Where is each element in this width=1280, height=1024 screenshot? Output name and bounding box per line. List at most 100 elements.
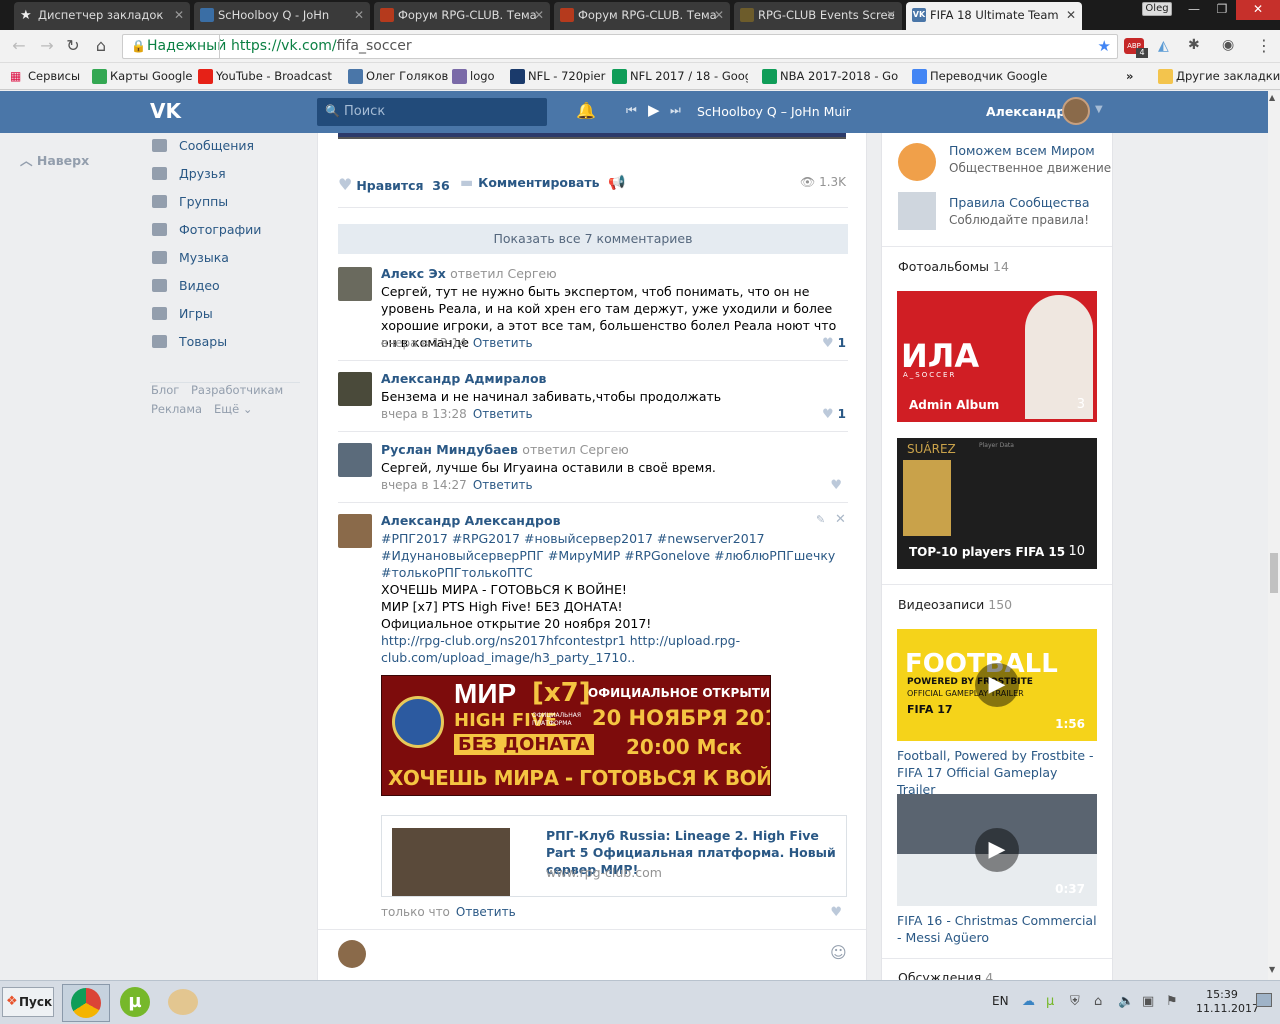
footer-link-blog[interactable]: Блог — [151, 383, 179, 397]
scroll-up-icon[interactable]: ▲ — [1269, 93, 1275, 102]
bookmark-item[interactable]: YouTube - Broadcast Y — [196, 63, 334, 90]
volume-icon[interactable]: 🔈 — [1118, 994, 1134, 1009]
sidebar-item-friends[interactable]: Друзья — [150, 162, 226, 186]
comment-author[interactable]: Алекс Эх ответил Сергею — [381, 266, 557, 281]
utorrent-taskbar-button[interactable]: µ — [114, 984, 158, 1022]
sidebar-item-music[interactable]: Музыка — [150, 246, 229, 270]
bookmark-item[interactable]: Карты Google — [90, 63, 193, 90]
edit-icon[interactable]: ✎ — [816, 513, 825, 526]
other-bookmarks[interactable]: Другие закладки — [1156, 63, 1280, 90]
browser-tab[interactable]: RPG-CLUB Events Scree ✕ — [734, 2, 902, 30]
minimize-icon[interactable]: — — [1180, 0, 1208, 20]
bookmark-item[interactable]: NFL - 720pier — [508, 63, 605, 90]
album-thumb[interactable]: ИЛА A_SOCCER Admin Album 3 — [897, 291, 1097, 422]
videos-header[interactable]: Видеозаписи 150 — [898, 597, 1012, 612]
address-bar[interactable]: 🔒 Надежный https://vk.com/fifa_soccer ★ — [122, 34, 1118, 59]
avatar[interactable] — [338, 267, 372, 301]
bookmark-star-icon[interactable]: ★ — [1098, 35, 1111, 58]
bookmark-item[interactable]: Олег Голяков — [346, 63, 448, 90]
close-tab-icon[interactable]: ✕ — [354, 2, 364, 28]
home-icon[interactable]: ⌂ — [90, 36, 112, 58]
video-title[interactable]: Football, Powered by Frostbite - FIFA 17… — [897, 747, 1097, 798]
close-icon[interactable]: ✕ — [835, 512, 846, 527]
sidebar-item-messages[interactable]: Сообщения — [150, 134, 254, 158]
close-tab-icon[interactable]: ✕ — [1066, 2, 1076, 28]
menu-dots-icon[interactable]: ⋮ — [1256, 36, 1272, 55]
comment-links[interactable]: http://rpg-club.org/ns2017hfcontestpr1 h… — [381, 632, 741, 666]
link-title[interactable]: Правила Сообщества — [949, 195, 1090, 210]
browser-tab[interactable]: Форум RPG-CLUB. Тема ✕ — [554, 2, 730, 30]
sidebar-item-groups[interactable]: Группы — [150, 190, 228, 214]
albums-header[interactable]: Фотоальбомы 14 — [898, 259, 1009, 274]
bell-icon[interactable]: 🔔 — [576, 101, 596, 120]
comment-like[interactable]: ♥ — [830, 905, 846, 920]
reload-icon[interactable]: ↻ — [62, 36, 84, 58]
avatar[interactable] — [1062, 97, 1090, 125]
avatar[interactable] — [338, 443, 372, 477]
extension-icon[interactable]: ◭ — [1158, 38, 1169, 54]
language-indicator[interactable]: EN — [992, 994, 1009, 1008]
promo-banner[interactable]: МИР [x7] HIGH FIVE ОФИЦИАЛЬНАЯ ПЛАТФОРМА… — [381, 675, 771, 796]
bookmark-item[interactable]: NBA 2017-2018 - Goog — [760, 63, 898, 90]
comment-input[interactable] — [376, 940, 816, 968]
flag-icon[interactable]: ⚑ — [1166, 994, 1178, 1009]
search-box[interactable]: 🔍 Поиск — [317, 98, 547, 126]
video-thumb[interactable]: FOOTBALL POWERED BY FROSTBITE OFFICIAL G… — [897, 629, 1097, 741]
reply-button[interactable]: Ответить — [473, 407, 533, 421]
close-tab-icon[interactable]: ✕ — [714, 2, 724, 28]
bookmark-item[interactable]: ▦ Сервисы — [8, 63, 80, 90]
footer-link-ads[interactable]: Реклама — [151, 402, 202, 416]
play-icon[interactable]: ▶ — [648, 101, 660, 119]
close-tab-icon[interactable]: ✕ — [174, 2, 184, 28]
profile-badge[interactable]: Oleg — [1142, 2, 1172, 16]
album-thumb[interactable]: SUÁREZ Player Data TOP-10 players FIFA 1… — [897, 438, 1097, 569]
reply-button[interactable]: Ответить — [473, 336, 533, 350]
vk-logo-icon[interactable]: VK — [150, 99, 186, 123]
monitor-icon[interactable]: ▣ — [1142, 994, 1154, 1009]
eye-icon[interactable]: ◉ — [1222, 37, 1234, 53]
like-button[interactable]: ♥ Нравится 36 — [338, 175, 450, 194]
scroll-down-icon[interactable]: ▼ — [1269, 965, 1275, 974]
show-all-comments[interactable]: Показать все 7 комментариев — [338, 224, 848, 254]
comment-button[interactable]: ▬ Комментировать — [460, 175, 600, 191]
reply-button[interactable]: Ответить — [473, 478, 533, 492]
back-to-top[interactable]: ︿ Наверх — [20, 150, 89, 169]
emoji-icon[interactable]: ☺ — [830, 943, 847, 962]
video-title[interactable]: FIFA 16 - Christmas Commercial - Messi A… — [897, 912, 1097, 946]
bookmark-item[interactable]: Переводчик Google — [910, 63, 1047, 90]
page-scrollbar[interactable]: ▲ ▼ — [1268, 91, 1280, 980]
hashtags[interactable]: #РПГ2017 #RPG2017 #новыйсервер2017 #news… — [381, 530, 851, 581]
start-button[interactable]: ❖ Пуск — [2, 987, 54, 1017]
forward-icon[interactable]: → — [36, 36, 58, 58]
sidebar-item-goods[interactable]: Товары — [150, 330, 227, 354]
reply-button[interactable]: Ответить — [456, 905, 516, 919]
scroll-thumb[interactable] — [1270, 553, 1278, 593]
link-card[interactable]: РПГ-Клуб Russia: Lineage 2. High Five Pa… — [381, 815, 847, 897]
browser-tab-active[interactable]: VK FIFA 18 Ultimate Team ✕ — [906, 2, 1082, 30]
close-tab-icon[interactable]: ✕ — [534, 2, 544, 28]
browser-tab[interactable]: Форум RPG-CLUB. Тема ✕ — [374, 2, 550, 30]
maximize-icon[interactable]: ❐ — [1208, 0, 1236, 20]
footer-link-dev[interactable]: Разработчикам — [191, 383, 283, 397]
comment-author[interactable]: Александр Адмиралов — [381, 371, 546, 386]
bookmark-item[interactable]: logo — [450, 63, 495, 90]
chrome-taskbar-button[interactable] — [62, 984, 110, 1022]
comment-author[interactable]: Александр Александров — [381, 513, 560, 528]
play-icon[interactable]: ▶ — [975, 663, 1019, 707]
avatar[interactable] — [338, 372, 372, 406]
share-icon[interactable]: 📢 — [608, 175, 625, 191]
bookmark-item[interactable]: NFL 2017 / 18 - Google — [610, 63, 748, 90]
paint-taskbar-button[interactable] — [162, 984, 206, 1022]
avatar[interactable] — [338, 514, 372, 548]
comment-like[interactable]: ♥ — [830, 478, 846, 493]
user-name[interactable]: Александр — [986, 104, 1065, 119]
clock[interactable]: 15:39 11.11.2017 — [1196, 988, 1259, 1016]
next-track-icon[interactable]: ⏭ — [670, 103, 681, 118]
video-thumb[interactable]: ▶ 0:37 — [897, 794, 1097, 906]
play-icon[interactable]: ▶ — [975, 828, 1019, 872]
search-input[interactable]: Поиск — [344, 104, 385, 119]
link-title[interactable]: Поможем всем Миром — [949, 143, 1095, 158]
cloud-icon[interactable]: ☁ — [1022, 994, 1035, 1009]
shield-icon[interactable]: ⛨ — [1070, 994, 1080, 1009]
comment-like[interactable]: ♥ 1 — [822, 336, 846, 351]
